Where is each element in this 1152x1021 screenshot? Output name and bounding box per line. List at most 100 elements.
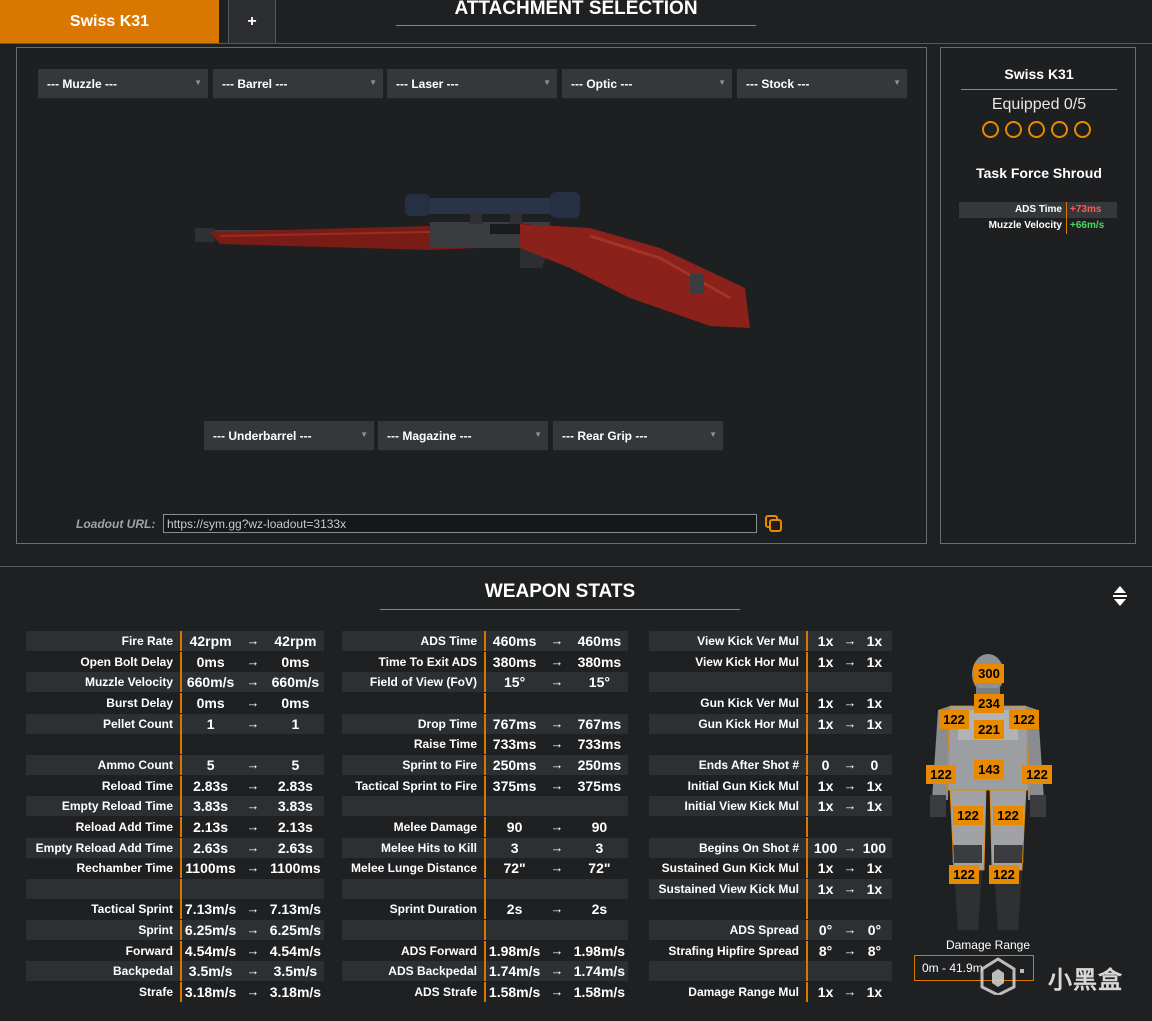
- stat-modified-value: 4.54m/s: [269, 942, 322, 959]
- stat-label: [649, 734, 806, 754]
- stat-values: 375ms → 375ms: [484, 775, 628, 796]
- stat-label: Muzzle Velocity: [26, 672, 180, 693]
- stat-base-value: 2.83s: [193, 777, 229, 794]
- barrel-dropdown-label: --- Barrel ---: [222, 76, 288, 91]
- optic-dropdown[interactable]: --- Optic --- ▼: [562, 69, 732, 99]
- barrel-dropdown[interactable]: --- Barrel --- ▼: [213, 69, 383, 99]
- add-tab-button[interactable]: +: [228, 0, 276, 44]
- blueprint-name: Task Force Shroud: [976, 165, 1102, 181]
- stat-modified-value: [267, 734, 324, 754]
- stat-base-value: 0: [821, 756, 830, 773]
- stat-label: [649, 817, 806, 837]
- stat-row: Field of View (FoV) 15° → 15°: [342, 672, 628, 693]
- stat-row: Sustained View Kick Mul 1x → 1x: [649, 878, 892, 899]
- stat-label: View Kick Hor Mul: [695, 654, 799, 669]
- magazine-dropdown-label: --- Magazine ---: [387, 428, 472, 443]
- arrow-right-icon: →: [246, 633, 260, 648]
- stat-row: Sprint 6.25m/s → 6.25m/s: [26, 920, 324, 941]
- stat-values: 1x → 1x: [806, 796, 892, 817]
- arrow-right-icon: →: [550, 818, 564, 834]
- stat-base-value: 72": [503, 860, 526, 877]
- stat-base-value: 2.13s: [193, 818, 229, 835]
- stat-modified-value: 250ms: [577, 756, 622, 773]
- chevron-down-icon: ▼: [369, 78, 377, 87]
- magazine-dropdown[interactable]: --- Magazine --- ▼: [378, 421, 548, 451]
- muzzle-dropdown[interactable]: --- Muzzle --- ▼: [38, 69, 208, 99]
- arrow-right-icon: →: [246, 839, 260, 855]
- arrow-right-icon: →: [246, 674, 260, 690]
- stat-values: 72" → 72": [484, 858, 628, 879]
- stat-modified-value: 1x: [866, 798, 883, 815]
- stat-values: 0ms → 0ms: [180, 692, 324, 713]
- mod-label: ADS Time: [1014, 204, 1062, 215]
- copy-icon[interactable]: [764, 514, 784, 534]
- stat-modified-value: 380ms: [577, 653, 622, 670]
- stat-values: 0° → 0°: [806, 920, 892, 941]
- stat-row: Strafing Hipfire Spread 8° → 8°: [649, 940, 892, 961]
- damage-shoulder-left: 122: [939, 710, 969, 729]
- stat-label: Sprint Duration: [389, 902, 477, 917]
- chevron-down-icon: ▼: [718, 78, 726, 87]
- damage-shin-right: 122: [989, 865, 1019, 884]
- arrow-right-icon: →: [843, 633, 857, 648]
- arrow-right-icon: →: [550, 984, 564, 1000]
- attachment-title-underline: [396, 25, 756, 26]
- sort-icon[interactable]: [1110, 584, 1130, 608]
- rear-grip-dropdown[interactable]: --- Rear Grip --- ▼: [553, 421, 723, 451]
- stat-row: ADS Spread 0° → 0°: [649, 920, 892, 941]
- stat-values: 250ms → 250ms: [484, 754, 628, 775]
- laser-dropdown[interactable]: --- Laser --- ▼: [387, 69, 557, 99]
- damage-shin-left: 122: [949, 865, 979, 884]
- mod-value: +66m/s: [1066, 218, 1117, 234]
- stat-label: Empty Reload Add Time: [26, 837, 180, 858]
- stat-row: Melee Lunge Distance 72" → 72": [342, 858, 628, 879]
- stat-modified-value: 1x: [866, 694, 883, 711]
- arrow-right-icon: →: [550, 756, 564, 772]
- optic-dropdown-label: --- Optic ---: [571, 76, 633, 91]
- stat-base-value: [182, 879, 239, 899]
- stat-row: [342, 878, 628, 899]
- arrow-right-icon: →: [246, 653, 260, 669]
- mod-label: Muzzle Velocity: [988, 220, 1062, 231]
- stat-base-value: 250ms: [492, 756, 537, 773]
- stat-modified-value: 1x: [866, 633, 883, 649]
- stat-modified-value: 2s: [591, 901, 608, 918]
- stat-label: Melee Hits to Kill: [342, 837, 484, 858]
- arrow-right-icon: →: [246, 777, 260, 793]
- stat-values: 380ms → 380ms: [484, 651, 628, 672]
- underbarrel-dropdown[interactable]: --- Underbarrel --- ▼: [204, 421, 374, 451]
- stat-modified-value: 1x: [866, 860, 883, 877]
- stat-values: 1x → 1x: [806, 982, 892, 1003]
- stat-values: [484, 878, 628, 899]
- arrow-right-icon: →: [246, 901, 260, 917]
- chevron-down-icon: ▼: [893, 78, 901, 87]
- stat-label: Time To Exit ADS: [378, 654, 477, 669]
- stat-values: [806, 734, 892, 755]
- stat-values: 1.98m/s → 1.98m/s: [484, 940, 628, 961]
- stat-values: 1x → 1x: [806, 692, 892, 713]
- stat-label: [649, 961, 806, 982]
- stat-base-value: 1x: [817, 777, 834, 794]
- arrow-right-icon: →: [246, 818, 260, 834]
- stat-values: 1x → 1x: [806, 651, 892, 672]
- stat-row: View Kick Hor Mul 1x → 1x: [649, 651, 892, 672]
- tab-swiss-k31[interactable]: Swiss K31: [0, 0, 219, 44]
- stat-modified-value: 0°: [867, 922, 882, 939]
- stat-label: Sustained Gun Kick Mul: [661, 861, 799, 876]
- attachment-slot-circle: [1005, 121, 1022, 138]
- loadout-url-input[interactable]: [163, 514, 757, 533]
- chevron-down-icon: ▼: [194, 78, 202, 87]
- arrow-right-icon: [843, 817, 857, 837]
- stat-modified-value: 1x: [866, 653, 883, 670]
- stat-label: Reload Time: [101, 778, 173, 793]
- stat-label: Initial Gun Kick Mul: [687, 778, 799, 793]
- stat-base-value: 733ms: [492, 736, 537, 753]
- stat-label: [342, 693, 484, 713]
- stat-base-value: 0°: [818, 922, 833, 939]
- stat-values: [484, 692, 628, 713]
- stat-base-value: 1.98m/s: [488, 942, 541, 959]
- stock-dropdown[interactable]: --- Stock --- ▼: [737, 69, 907, 99]
- stat-base-value: [182, 734, 239, 754]
- stat-modified-value: [857, 734, 892, 754]
- stat-label: Empty Reload Time: [26, 796, 180, 817]
